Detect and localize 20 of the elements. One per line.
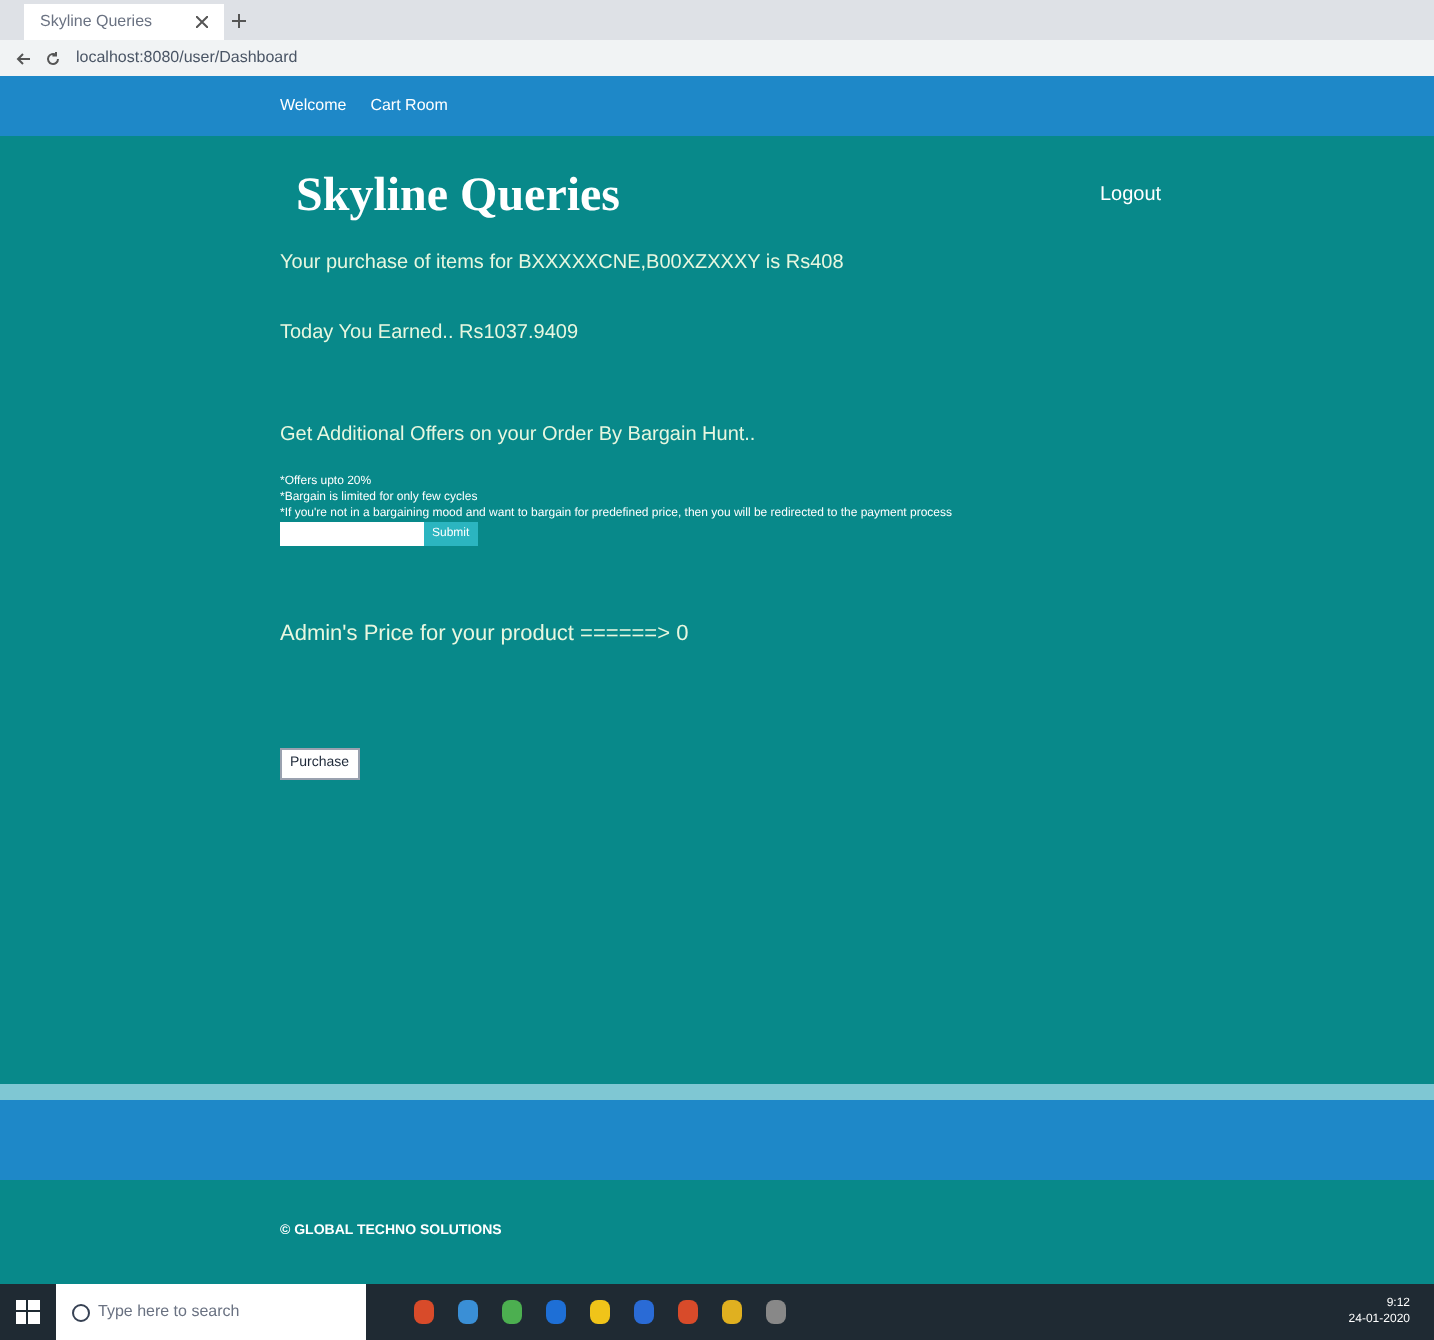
earned-text: Today You Earned.. Rs1037.9409 [280,320,581,348]
bargain-field[interactable] [280,522,424,546]
app-icon[interactable] [766,1300,786,1324]
app-icon[interactable] [722,1300,742,1324]
offer-heading: Get Additional Offers on your Order By Bargain Hunt.. [280,422,758,450]
nav-link[interactable]: Cart Room [370,94,448,118]
logout-link[interactable]: Logout [1100,180,1162,210]
app-icon[interactable] [590,1300,610,1324]
page-title: Skyline Queries [296,168,621,226]
app-icon[interactable] [458,1300,478,1324]
app-icon[interactable] [502,1300,522,1324]
reload-icon[interactable] [46,51,60,65]
close-icon[interactable] [196,16,208,28]
browser-tab[interactable]: Skyline Queries [24,4,224,40]
plus-icon[interactable] [232,14,246,28]
admin-price-text: Admin's Price for your product ======> 0 [280,620,691,650]
purchase-text: Your purchase of items for BXXXXXCNE,B00XZXXXY is Rs408 [280,250,846,278]
taskbar-search[interactable]: Type here to search [56,1284,366,1340]
nav-link[interactable]: Welcome [280,94,347,118]
back-icon[interactable] [16,51,30,65]
